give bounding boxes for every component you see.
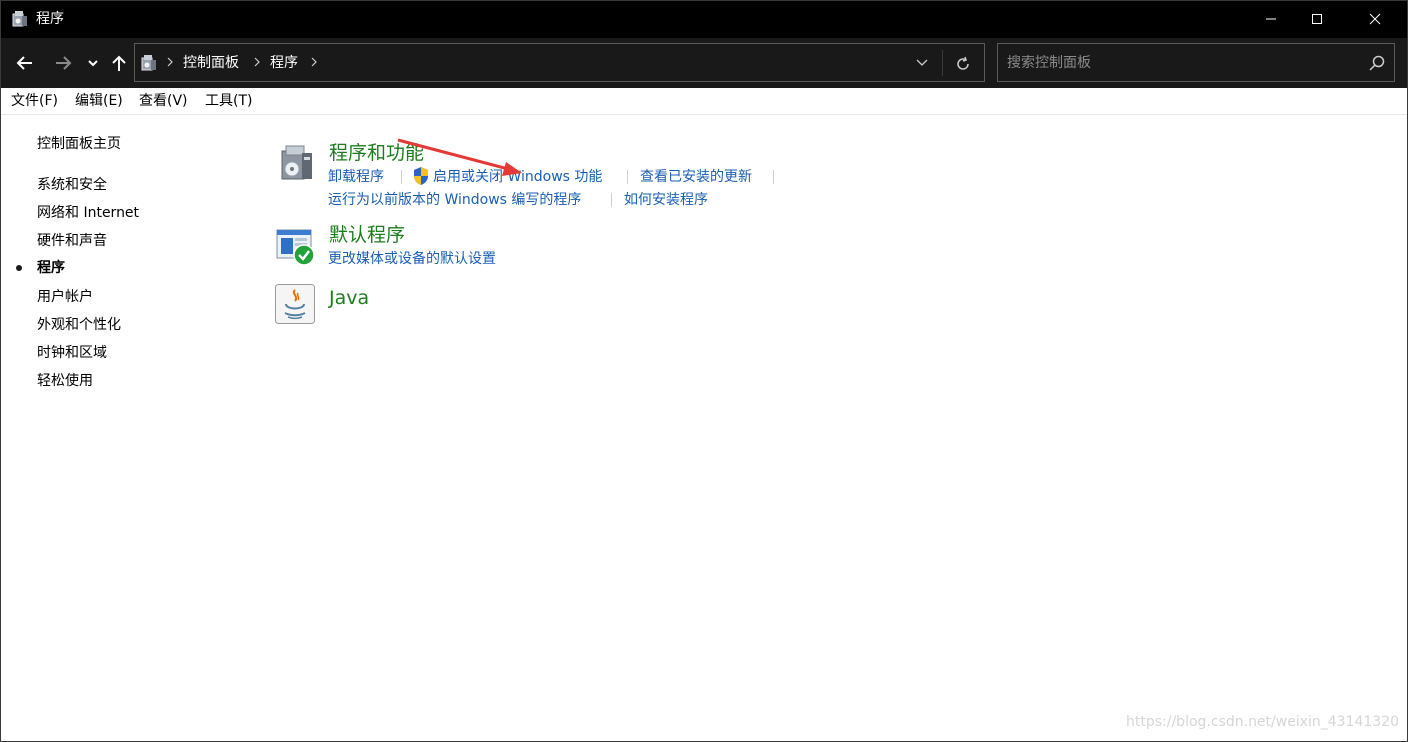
task-separator [773, 170, 774, 184]
control-panel-icon [141, 55, 156, 71]
maximize-button[interactable] [1294, 0, 1340, 38]
up-button[interactable] [106, 50, 132, 76]
menu-view[interactable]: 查看(V) [139, 93, 188, 110]
arrow-left-icon [16, 56, 32, 70]
back-button[interactable] [12, 50, 38, 76]
sidebar-item-appearance[interactable]: 外观和个性化 [37, 316, 121, 334]
media-defaults-link[interactable]: 更改媒体或设备的默认设置 [328, 250, 496, 268]
address-divider [942, 50, 943, 76]
menu-tools[interactable]: 工具(T) [205, 93, 252, 110]
arrow-up-icon [112, 55, 126, 71]
sidebar-home-link[interactable]: 控制面板主页 [37, 135, 121, 153]
recent-locations-button[interactable] [84, 50, 102, 76]
breadcrumb-separator-icon[interactable] [165, 54, 175, 70]
close-icon [1369, 13, 1381, 25]
sidebar-item-user-accounts[interactable]: 用户帐户 [37, 288, 93, 306]
chevron-down-icon [88, 60, 98, 67]
red-arrow-icon [397, 138, 522, 176]
control-panel-icon [12, 11, 27, 27]
category-title-default-programs[interactable]: 默认程序 [329, 224, 405, 246]
search-icon[interactable] [1368, 54, 1386, 72]
task-separator [611, 193, 612, 207]
arrow-right-icon [56, 56, 72, 70]
uninstall-program-link[interactable]: 卸载程序 [328, 168, 384, 186]
close-button[interactable] [1352, 0, 1398, 38]
search-input[interactable] [999, 45, 1359, 80]
sidebar-item-network-internet[interactable]: 网络和 Internet [37, 204, 139, 222]
title-bar: 程序 [0, 0, 1408, 38]
breadcrumb-separator-icon[interactable] [309, 54, 319, 70]
category-title-java[interactable]: Java [329, 287, 369, 309]
chevron-down-icon [916, 59, 928, 66]
breadcrumb-programs[interactable]: 程序 [270, 55, 298, 71]
compatibility-link[interactable]: 运行为以前版本的 Windows 编写的程序 [328, 191, 581, 209]
sidebar-item-programs[interactable]: 程序 [37, 259, 65, 277]
java-icon[interactable] [275, 284, 315, 324]
refresh-icon [957, 56, 969, 70]
search-box [997, 43, 1395, 82]
refresh-button[interactable] [953, 54, 973, 74]
menu-edit[interactable]: 编辑(E) [75, 93, 123, 110]
menu-file[interactable]: 文件(F) [11, 93, 58, 110]
installed-updates-link[interactable]: 查看已安装的更新 [640, 168, 752, 186]
window-title: 程序 [36, 11, 64, 27]
maximize-icon [1312, 14, 1322, 24]
address-history-button[interactable] [913, 55, 931, 71]
task-separator [627, 170, 628, 184]
how-to-install-link[interactable]: 如何安装程序 [624, 191, 708, 209]
current-item-bullet [16, 265, 22, 271]
address-bar[interactable]: 控制面板 程序 [134, 43, 985, 82]
sidebar-item-hardware-sound[interactable]: 硬件和声音 [37, 232, 107, 250]
sidebar-item-clock-region[interactable]: 时钟和区域 [37, 344, 107, 362]
forward-button[interactable] [50, 50, 76, 76]
default-programs-icon[interactable] [276, 227, 316, 267]
breadcrumb-control-panel[interactable]: 控制面板 [183, 55, 239, 71]
minimize-icon [1266, 18, 1276, 20]
watermark: https://blog.csdn.net/weixin_43141320 [1126, 714, 1400, 730]
breadcrumb-separator-icon[interactable] [252, 54, 262, 70]
sidebar-item-system-security[interactable]: 系统和安全 [37, 176, 107, 194]
programs-features-icon[interactable] [276, 143, 316, 183]
sidebar-item-ease-of-access[interactable]: 轻松使用 [37, 372, 93, 390]
menu-bar: 文件(F) 编辑(E) 查看(V) 工具(T) [0, 88, 1408, 115]
minimize-button[interactable] [1248, 0, 1294, 38]
navigation-bar: 控制面板 程序 [0, 38, 1408, 88]
